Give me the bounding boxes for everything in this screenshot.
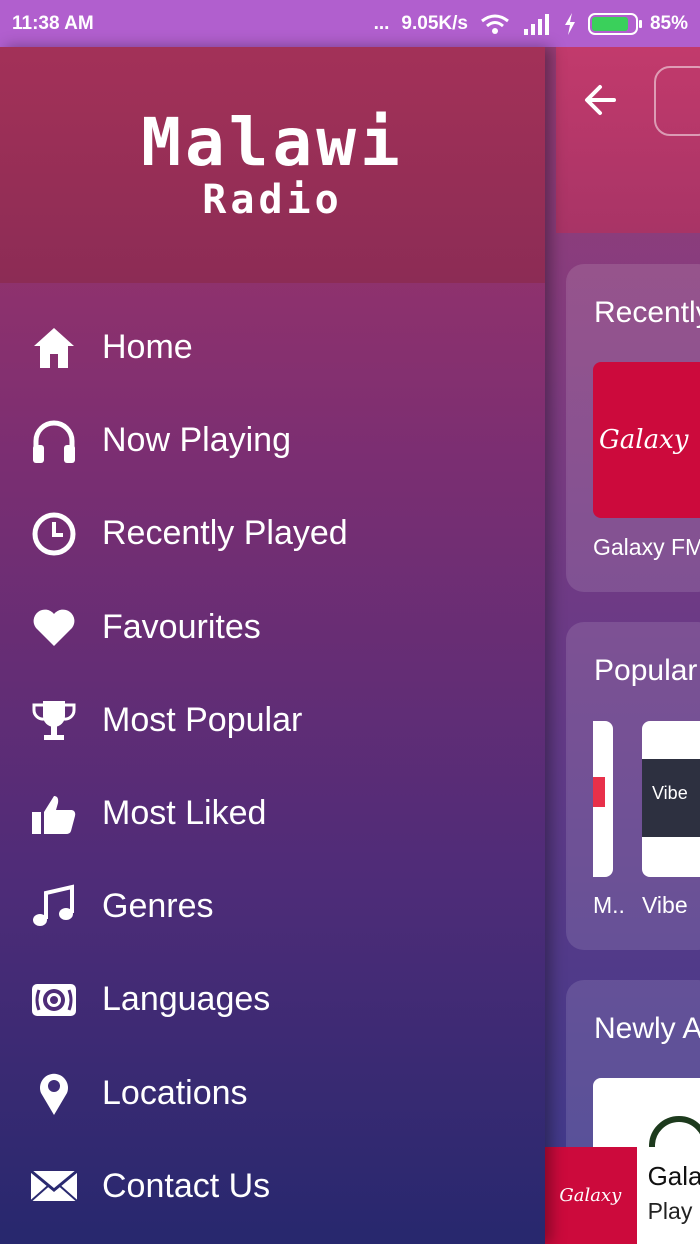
section-title: Popular — [594, 654, 698, 687]
music-note-icon — [30, 883, 78, 931]
station-tile[interactable]: Vibe — [642, 721, 700, 877]
menu-item-label: Recently Played — [102, 514, 348, 553]
status-bar: 11:38 AM ... 9.05K/s 85% — [0, 0, 700, 47]
home-icon — [30, 324, 78, 372]
popular-card: Popular M.. Vibe Vibe — [566, 622, 700, 950]
mail-icon — [30, 1162, 78, 1210]
section-title: Recently — [594, 296, 700, 329]
back-arrow-icon[interactable] — [580, 78, 620, 122]
menu-item-genres[interactable]: Genres — [0, 860, 545, 953]
menu-item-most-popular[interactable]: Most Popular — [0, 674, 545, 767]
menu-item-label: Now Playing — [102, 421, 291, 460]
charging-icon — [564, 12, 575, 35]
thumbs-up-icon — [30, 790, 78, 838]
menu-item-most-liked[interactable]: Most Liked — [0, 767, 545, 860]
status-time: 11:38 AM — [12, 12, 94, 34]
station-logo: Vibe — [642, 759, 700, 837]
drawer-menu: Home Now Playing Recently Played Favouri… — [0, 283, 545, 1233]
station-tile[interactable]: Galaxy — [593, 362, 700, 518]
battery-percent: 85% — [649, 12, 688, 34]
headphones-icon — [30, 417, 78, 465]
menu-item-locations[interactable]: Locations — [0, 1047, 545, 1140]
map-pin-icon — [30, 1069, 78, 1117]
menu-item-contact-us[interactable]: Contact Us — [0, 1140, 545, 1233]
station-logo: Galaxy — [599, 425, 689, 455]
mini-player[interactable]: Galaxy Gala Play — [544, 1147, 700, 1244]
navigation-drawer: Malawi Radio Home Now Playing Recently P… — [0, 47, 545, 1244]
broadcast-icon — [30, 976, 78, 1024]
menu-item-label: Contact Us — [102, 1166, 271, 1205]
mini-player-title: Gala — [647, 1161, 700, 1191]
recently-played-card: Recently Galaxy Galaxy FM — [566, 264, 700, 592]
menu-item-favourites[interactable]: Favourites — [0, 581, 545, 674]
app-logo-subtitle: Radio — [202, 177, 343, 223]
mini-player-status: Play — [647, 1198, 693, 1224]
network-speed: 9.05K/s — [401, 12, 468, 34]
heart-icon — [30, 603, 78, 651]
menu-item-label: Most Popular — [102, 700, 303, 739]
section-title: Newly A — [594, 1012, 700, 1045]
menu-item-label: Most Liked — [102, 794, 267, 833]
menu-item-label: Home — [102, 328, 193, 367]
menu-item-label: Languages — [102, 980, 271, 1019]
station-name: Galaxy FM — [593, 534, 700, 560]
battery-icon — [587, 12, 642, 35]
station-tile[interactable] — [593, 721, 613, 877]
menu-item-languages[interactable]: Languages — [0, 953, 545, 1046]
mini-player-art: Galaxy — [544, 1147, 637, 1244]
menu-item-label: Locations — [102, 1073, 248, 1112]
menu-item-label: Genres — [102, 887, 214, 926]
menu-item-home[interactable]: Home — [0, 301, 545, 394]
drawer-header: Malawi Radio — [0, 47, 545, 283]
menu-item-label: Favourites — [102, 607, 261, 646]
signal-icon — [523, 13, 549, 35]
wifi-icon — [481, 14, 509, 34]
status-dots: ... — [373, 12, 390, 34]
station-name: Vibe — [642, 892, 688, 918]
trophy-icon — [30, 696, 78, 744]
menu-item-recently-played[interactable]: Recently Played — [0, 487, 545, 580]
station-name: M.. — [593, 892, 625, 918]
app-logo-title: Malawi — [141, 104, 404, 181]
search-input[interactable] — [654, 66, 700, 136]
mini-player-logo: Galaxy — [559, 1185, 622, 1206]
status-right: ... 9.05K/s 85% — [373, 12, 688, 35]
clock-icon — [30, 510, 78, 558]
menu-item-now-playing[interactable]: Now Playing — [0, 394, 545, 487]
